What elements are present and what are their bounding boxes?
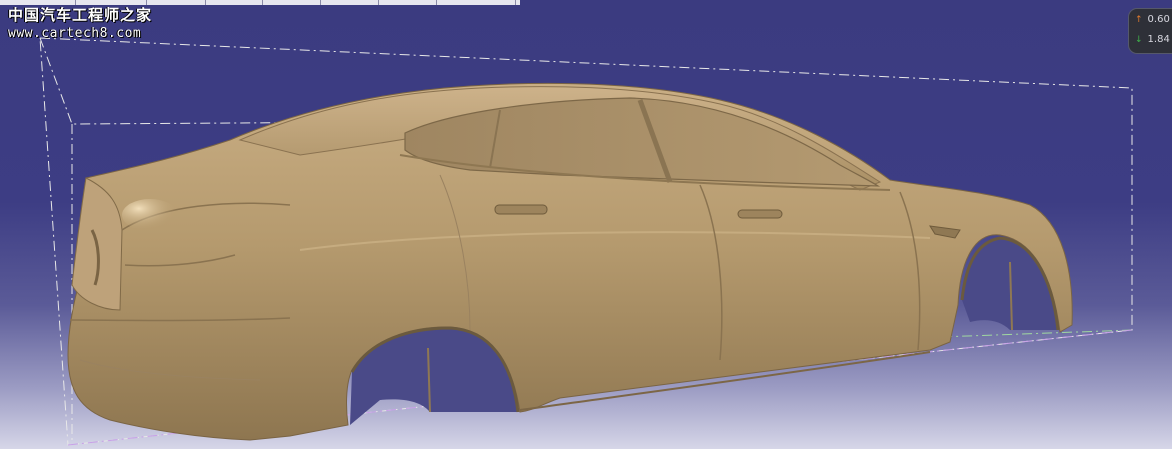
car-model-scene[interactable] bbox=[0, 0, 1172, 449]
info-panel[interactable]: ↑ 0.60 ↓ 1.84 bbox=[1128, 8, 1172, 54]
3d-viewport[interactable]: 中国汽车工程师之家 www.cartech8.com ↑ 0.60 ↓ 1.84 bbox=[0, 0, 1172, 449]
upload-value: 0.60 bbox=[1147, 14, 1170, 25]
car-body bbox=[67, 82, 1073, 441]
download-value: 1.84 bbox=[1147, 34, 1170, 45]
watermark-title: 中国汽车工程师之家 bbox=[8, 6, 153, 24]
watermark: 中国汽车工程师之家 www.cartech8.com bbox=[8, 6, 152, 42]
info-row-upload: ↑ 0.60 bbox=[1135, 14, 1170, 25]
info-row-download: ↓ 1.84 bbox=[1135, 34, 1170, 45]
arrow-down-icon: ↓ bbox=[1135, 34, 1143, 45]
arrow-up-icon: ↑ bbox=[1135, 14, 1143, 25]
watermark-url: www.cartech8.com bbox=[8, 26, 142, 41]
